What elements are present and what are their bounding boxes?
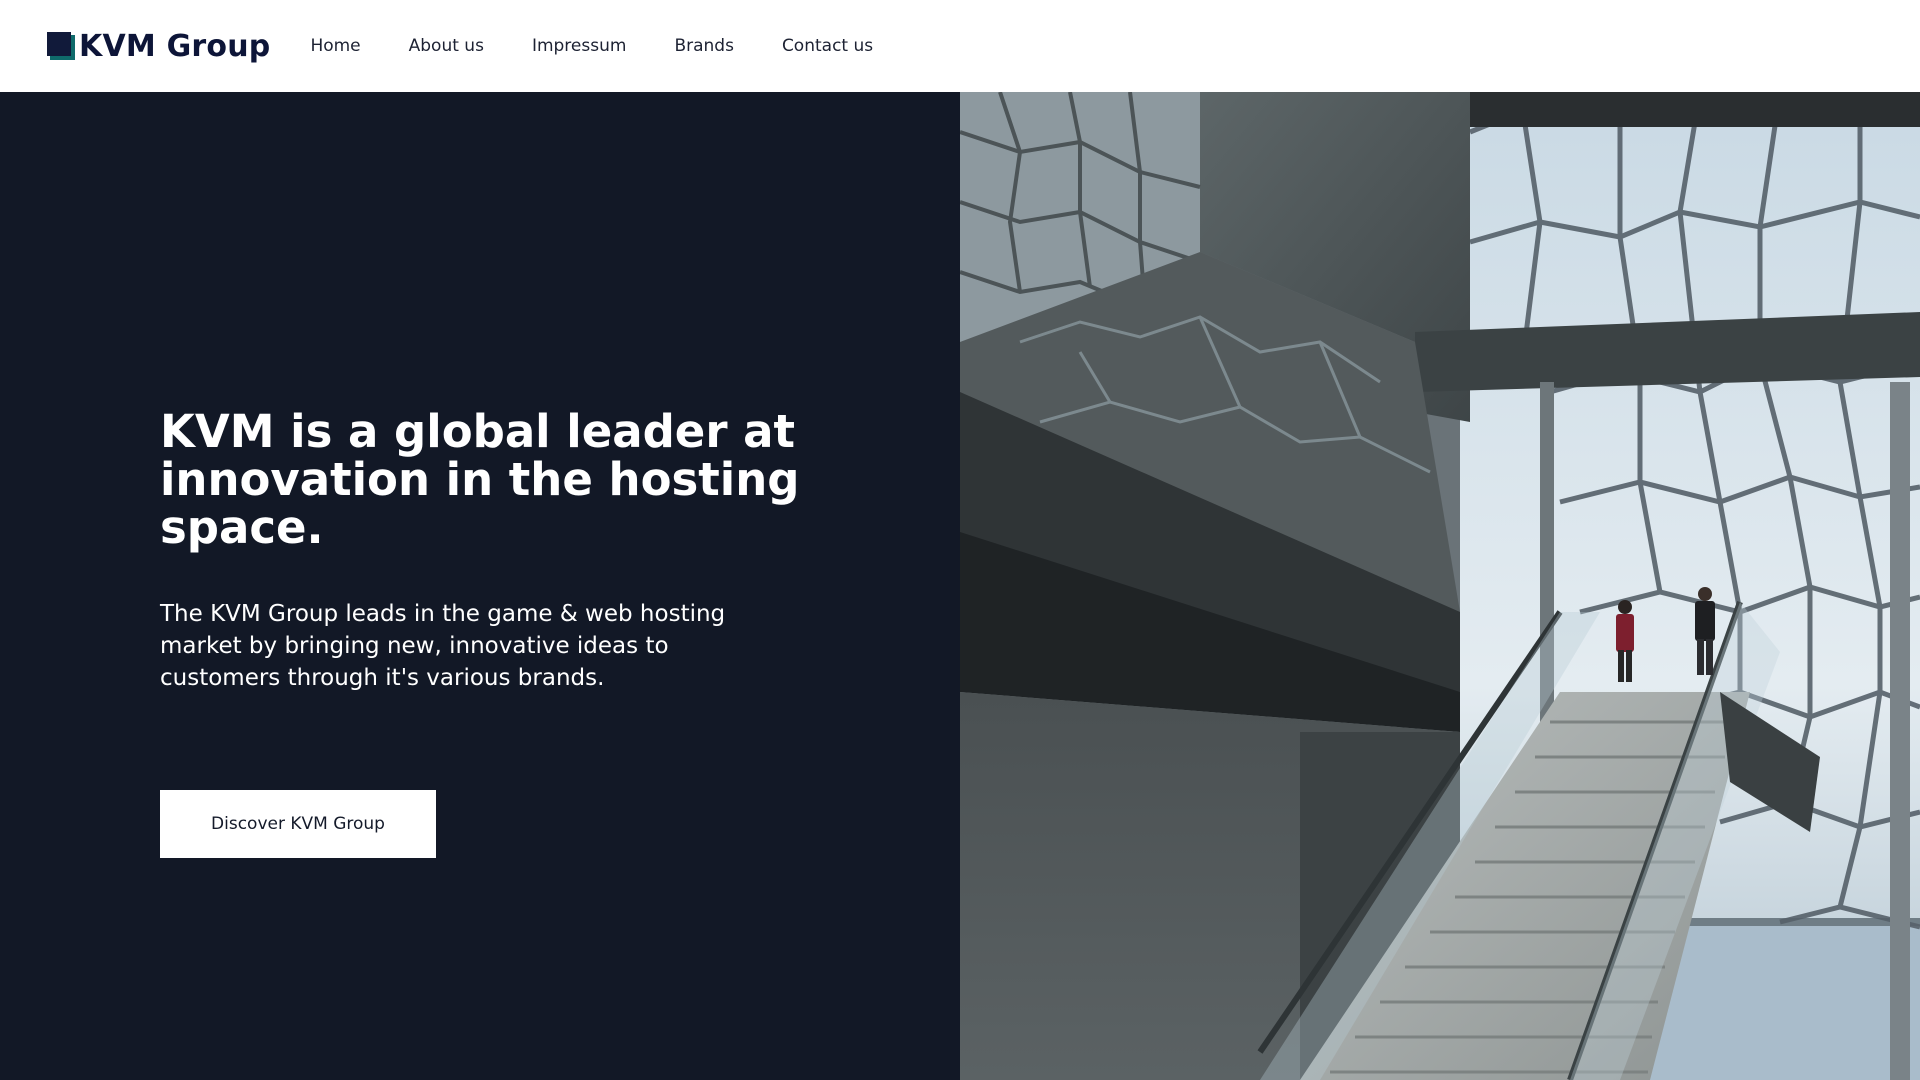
- nav-item-about-us[interactable]: About us: [409, 36, 484, 56]
- nav-item-brands[interactable]: Brands: [674, 36, 734, 56]
- nav-item-contact-us[interactable]: Contact us: [782, 36, 873, 56]
- site-header: KVM Group Home About us Impressum Brands…: [0, 0, 1920, 92]
- hero-headline: KVM is a global leader at innovation in …: [160, 405, 800, 554]
- kvm-logo-icon: [47, 32, 75, 60]
- logo-link[interactable]: KVM Group: [47, 29, 270, 64]
- hero-image: [960, 92, 1920, 1080]
- hero-description: The KVM Group leads in the game & web ho…: [160, 601, 726, 691]
- hero-section: KVM is a global leader at innovation in …: [0, 92, 960, 1080]
- discover-button[interactable]: Discover KVM Group: [160, 790, 436, 858]
- nav-item-home[interactable]: Home: [310, 36, 360, 56]
- nav-item-impressum[interactable]: Impressum: [532, 36, 627, 56]
- logo-text: KVM Group: [79, 28, 271, 64]
- main-nav: Home About us Impressum Brands Contact u…: [310, 36, 921, 56]
